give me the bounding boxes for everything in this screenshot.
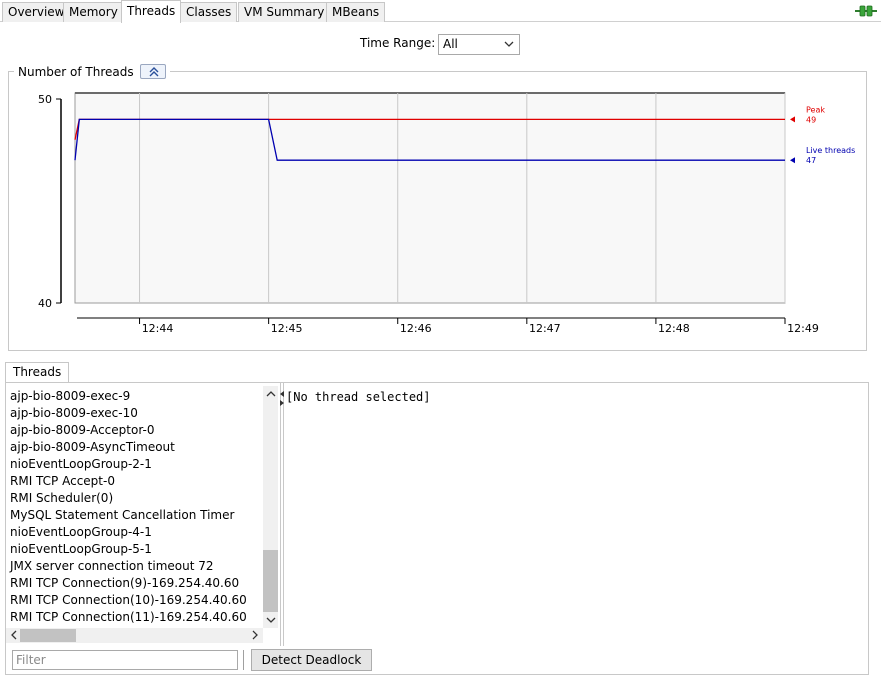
tab-mbeans[interactable]: MBeans — [326, 2, 386, 22]
legend-series-name: Peak — [806, 105, 825, 114]
x-tick-label: 12:49 — [787, 322, 819, 335]
x-tick-label: 12:44 — [142, 322, 174, 335]
threads-chart: 12:44 12:45 12:46 12:47 12:48 12:495040 Peak4… — [38, 92, 855, 335]
tab-label: Memory — [69, 5, 118, 19]
x-tick-label: 12:48 — [658, 322, 690, 335]
x-tick-label: 12:46 — [400, 322, 432, 335]
time-range-select[interactable]: All — [438, 34, 520, 55]
thread-list-item[interactable]: nioEventLoopGroup-5-1 — [10, 541, 152, 558]
thread-list-vertical-scrollbar[interactable] — [263, 386, 278, 628]
y-tick-label: 50 — [38, 93, 52, 106]
legend-marker — [790, 116, 795, 123]
filter-input[interactable] — [12, 650, 238, 670]
tab-threads[interactable]: Threads — [121, 0, 182, 23]
thread-list-item[interactable]: RMI TCP Connection(9)-169.254.40.60 — [10, 575, 239, 592]
scroll-up-icon[interactable] — [265, 388, 277, 400]
y-tick-label: 40 — [38, 297, 52, 310]
chevron-down-icon — [504, 41, 514, 47]
chart-grid — [74, 92, 786, 304]
thread-list-item[interactable]: ajp-bio-8009-exec-9 — [10, 388, 130, 405]
tab-bar: Overview Memory Threads Classes VM Summa… — [0, 0, 881, 23]
tab-classes[interactable]: Classes — [180, 2, 238, 22]
tab-overview[interactable]: Overview — [2, 2, 71, 22]
chart-panel-header: Number of Threads — [14, 63, 170, 80]
detect-deadlock-button[interactable]: Detect Deadlock — [251, 649, 372, 671]
scroll-left-icon[interactable] — [8, 629, 20, 641]
tab-label: Overview — [8, 5, 65, 19]
thread-list-item[interactable]: ajp-bio-8009-AsyncTimeout — [10, 439, 175, 456]
scroll-right-icon[interactable] — [249, 629, 261, 641]
thread-list-horizontal-scrollbar[interactable] — [6, 628, 263, 643]
legend-series-value: 47 — [806, 156, 816, 165]
x-tick-label: 12:45 — [271, 322, 303, 335]
tab-memory[interactable]: Memory — [63, 2, 124, 22]
vertical-scroll-thumb[interactable] — [263, 550, 278, 612]
plot-area — [74, 92, 786, 304]
tab-label: Classes — [186, 5, 232, 19]
split-expand-icon[interactable] — [279, 389, 285, 409]
x-tick-label: 12:47 — [529, 322, 561, 335]
thread-list-item[interactable]: nioEventLoopGroup-4-1 — [10, 524, 152, 541]
thread-list-item[interactable]: nioEventLoopGroup-2-1 — [10, 456, 152, 473]
collapse-up-icon — [149, 67, 159, 77]
thread-list-item[interactable]: RMI TCP Connection(11)-169.254.40.60 — [10, 609, 247, 626]
time-range-value: All — [443, 37, 458, 51]
thread-list-item[interactable]: RMI Scheduler(0) — [10, 490, 113, 507]
tab-vm-summary[interactable]: VM Summary — [238, 2, 331, 22]
thread-list-item[interactable]: ajp-bio-8009-Acceptor-0 — [10, 422, 154, 439]
thread-list[interactable]: ajp-bio-8009-exec-9 ajp-bio-8009-exec-10 a… — [6, 383, 279, 628]
collapse-button[interactable] — [139, 64, 166, 79]
thread-list-item[interactable]: JMX server connection timeout 72 — [10, 558, 214, 575]
split-pane-divider[interactable] — [280, 383, 284, 646]
legend-series-value: 49 — [806, 115, 816, 124]
thread-list-item[interactable]: RMI TCP Connection(10)-169.254.40.60 — [10, 592, 247, 609]
thread-list-item[interactable]: MySQL Statement Cancellation Timer — [10, 507, 234, 524]
horizontal-scroll-thumb[interactable] — [20, 629, 76, 642]
threads-tab-label: Threads — [13, 365, 62, 379]
scroll-down-icon[interactable] — [265, 614, 277, 626]
thread-list-item[interactable]: ajp-bio-8009-exec-10 — [10, 405, 138, 422]
legend-marker — [790, 157, 795, 164]
thread-list-item[interactable]: RMI TCP Accept-0 — [10, 473, 115, 490]
thread-details: [No thread selected] — [286, 390, 431, 404]
chart-legend: Peak49 Live threads47 — [790, 105, 855, 165]
tab-label: VM Summary — [244, 5, 325, 19]
connection-plug-icon[interactable] — [855, 4, 877, 18]
threads-panel: ajp-bio-8009-exec-9 ajp-bio-8009-exec-10 a… — [5, 382, 869, 675]
tab-threads-list[interactable]: Threads — [5, 362, 70, 383]
time-range-label: Time Range: — [360, 36, 436, 50]
legend-series-name: Live threads — [806, 146, 855, 155]
tab-label: Threads — [127, 4, 176, 18]
tab-label: MBeans — [332, 5, 380, 19]
toolbar-separator — [243, 650, 244, 670]
chart-panel-title: Number of Threads — [18, 64, 134, 79]
